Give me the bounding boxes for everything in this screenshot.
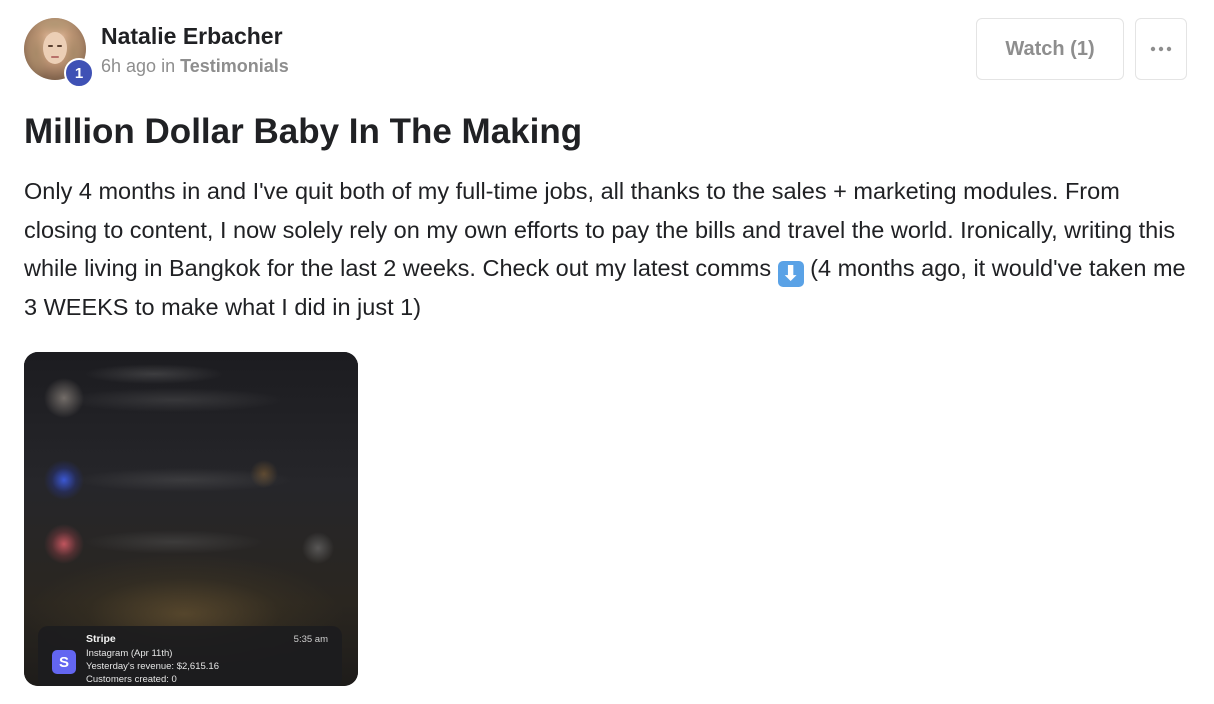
post-in-text: in: [161, 56, 176, 76]
notification-time: 5:35 am: [293, 634, 328, 645]
post-title: Million Dollar Baby In The Making: [24, 112, 583, 151]
avatar-eye-right: [57, 45, 62, 47]
avatar-eye-left: [48, 45, 53, 47]
post-header: 1 Natalie Erbacher 6h ago in Testimonial…: [24, 18, 289, 88]
down-arrow-emoji-icon: ⬇: [777, 261, 804, 287]
category-link[interactable]: Testimonials: [180, 56, 289, 76]
more-options-button[interactable]: [1135, 18, 1187, 80]
more-horizontal-icon: [1150, 46, 1172, 52]
notification-line: Instagram (Apr 11th): [86, 648, 173, 659]
watch-button[interactable]: Watch (1): [976, 18, 1124, 80]
post-info: 6h ago in Testimonials: [101, 53, 289, 79]
author-avatar-wrap[interactable]: 1: [24, 18, 94, 88]
post-meta: Natalie Erbacher 6h ago in Testimonials: [101, 21, 289, 79]
avatar-face: [43, 32, 67, 64]
author-name[interactable]: Natalie Erbacher: [101, 21, 289, 51]
level-badge: 1: [64, 58, 94, 88]
notification-line: Yesterday's revenue: $2,615.16: [86, 661, 219, 672]
post-time: 6h ago: [101, 56, 157, 76]
stripe-notification: S Stripe 5:35 am Instagram (Apr 11th) Ye…: [38, 626, 342, 686]
notification-line: Customers created: 0: [86, 674, 177, 685]
avatar-mouth: [51, 56, 59, 58]
stripe-icon: S: [52, 650, 76, 674]
image-attachment[interactable]: S Stripe 5:35 am Instagram (Apr 11th) Ye…: [24, 352, 358, 686]
notification-app-name: Stripe: [86, 633, 116, 645]
post-body: Only 4 months in and I've quit both of m…: [24, 172, 1194, 326]
